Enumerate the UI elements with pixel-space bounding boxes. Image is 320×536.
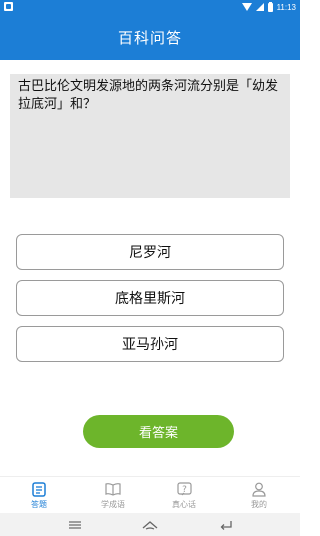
status-time: 11:13 bbox=[276, 2, 296, 12]
system-nav-bar bbox=[0, 513, 300, 536]
status-bar: 11:13 bbox=[0, 0, 300, 14]
app-header: 百科问答 bbox=[0, 14, 300, 60]
tab-profile[interactable]: 我的 bbox=[229, 480, 289, 512]
tab-truth[interactable]: ? 真心话 bbox=[154, 480, 214, 512]
answer-option-1[interactable]: 尼罗河 bbox=[16, 234, 284, 270]
signal-icon bbox=[255, 3, 264, 11]
status-indicators: 11:13 bbox=[241, 1, 296, 13]
svg-text:?: ? bbox=[182, 485, 187, 495]
quiz-icon bbox=[30, 480, 48, 498]
tab-label: 答题 bbox=[31, 500, 47, 509]
tab-label: 我的 bbox=[251, 500, 267, 509]
tab-label: 真心话 bbox=[172, 500, 196, 509]
question-text: 古巴比伦文明发源地的两条河流分别是「幼发拉底河」和？ bbox=[18, 79, 279, 112]
battery-icon bbox=[267, 1, 273, 12]
question-mark-icon: ? bbox=[175, 480, 193, 498]
tab-label: 学成语 bbox=[101, 500, 125, 509]
menu-icon[interactable] bbox=[65, 516, 85, 533]
bottom-tab-bar: 答题 学成语 ? 真心话 我的 bbox=[0, 476, 300, 513]
answer-option-2[interactable]: 底格里斯河 bbox=[16, 280, 284, 316]
app-notification-icon bbox=[4, 2, 13, 11]
tab-answer[interactable]: 答题 bbox=[9, 480, 69, 512]
user-icon bbox=[250, 480, 268, 498]
tab-idioms[interactable]: 学成语 bbox=[83, 480, 143, 512]
answer-option-3[interactable]: 亚马孙河 bbox=[16, 326, 284, 362]
view-answer-button[interactable]: 看答案 bbox=[83, 415, 234, 448]
page-title: 百科问答 bbox=[117, 28, 182, 47]
wifi-icon bbox=[241, 3, 252, 11]
back-icon[interactable] bbox=[216, 516, 236, 533]
book-icon bbox=[104, 480, 122, 498]
question-box: 古巴比伦文明发源地的两条河流分别是「幼发拉底河」和？ bbox=[10, 74, 290, 198]
home-icon[interactable] bbox=[140, 516, 160, 533]
